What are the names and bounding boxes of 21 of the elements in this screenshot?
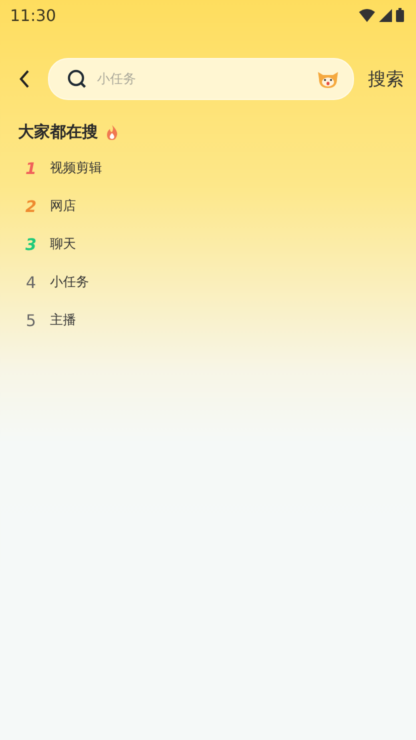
trending-item[interactable]: 小任务: [50, 273, 89, 291]
trending-item[interactable]: 网店: [50, 197, 76, 215]
rank-number: 4: [24, 272, 38, 292]
search-bar[interactable]: 小任务: [48, 58, 354, 100]
battery-icon: [396, 8, 404, 22]
flame-icon: [106, 125, 118, 140]
rank-number: 3: [24, 234, 38, 254]
trending-item[interactable]: 聊天: [50, 235, 76, 253]
wifi-icon: [359, 8, 375, 22]
trending-item[interactable]: 主播: [50, 311, 76, 329]
section-title: 大家都在搜: [18, 122, 98, 143]
trending-item[interactable]: 视频剪辑: [50, 159, 102, 177]
search-icon: [67, 69, 87, 89]
rank-number: 2: [24, 196, 38, 216]
search-button[interactable]: 搜索: [364, 67, 408, 91]
back-icon: [18, 69, 30, 89]
rank-number: 5: [24, 310, 38, 330]
signal-icon: [379, 8, 392, 22]
status-time: 11:30: [10, 6, 56, 24]
rank-number: 1: [24, 158, 38, 178]
search-field[interactable]: 小任务: [95, 70, 307, 88]
